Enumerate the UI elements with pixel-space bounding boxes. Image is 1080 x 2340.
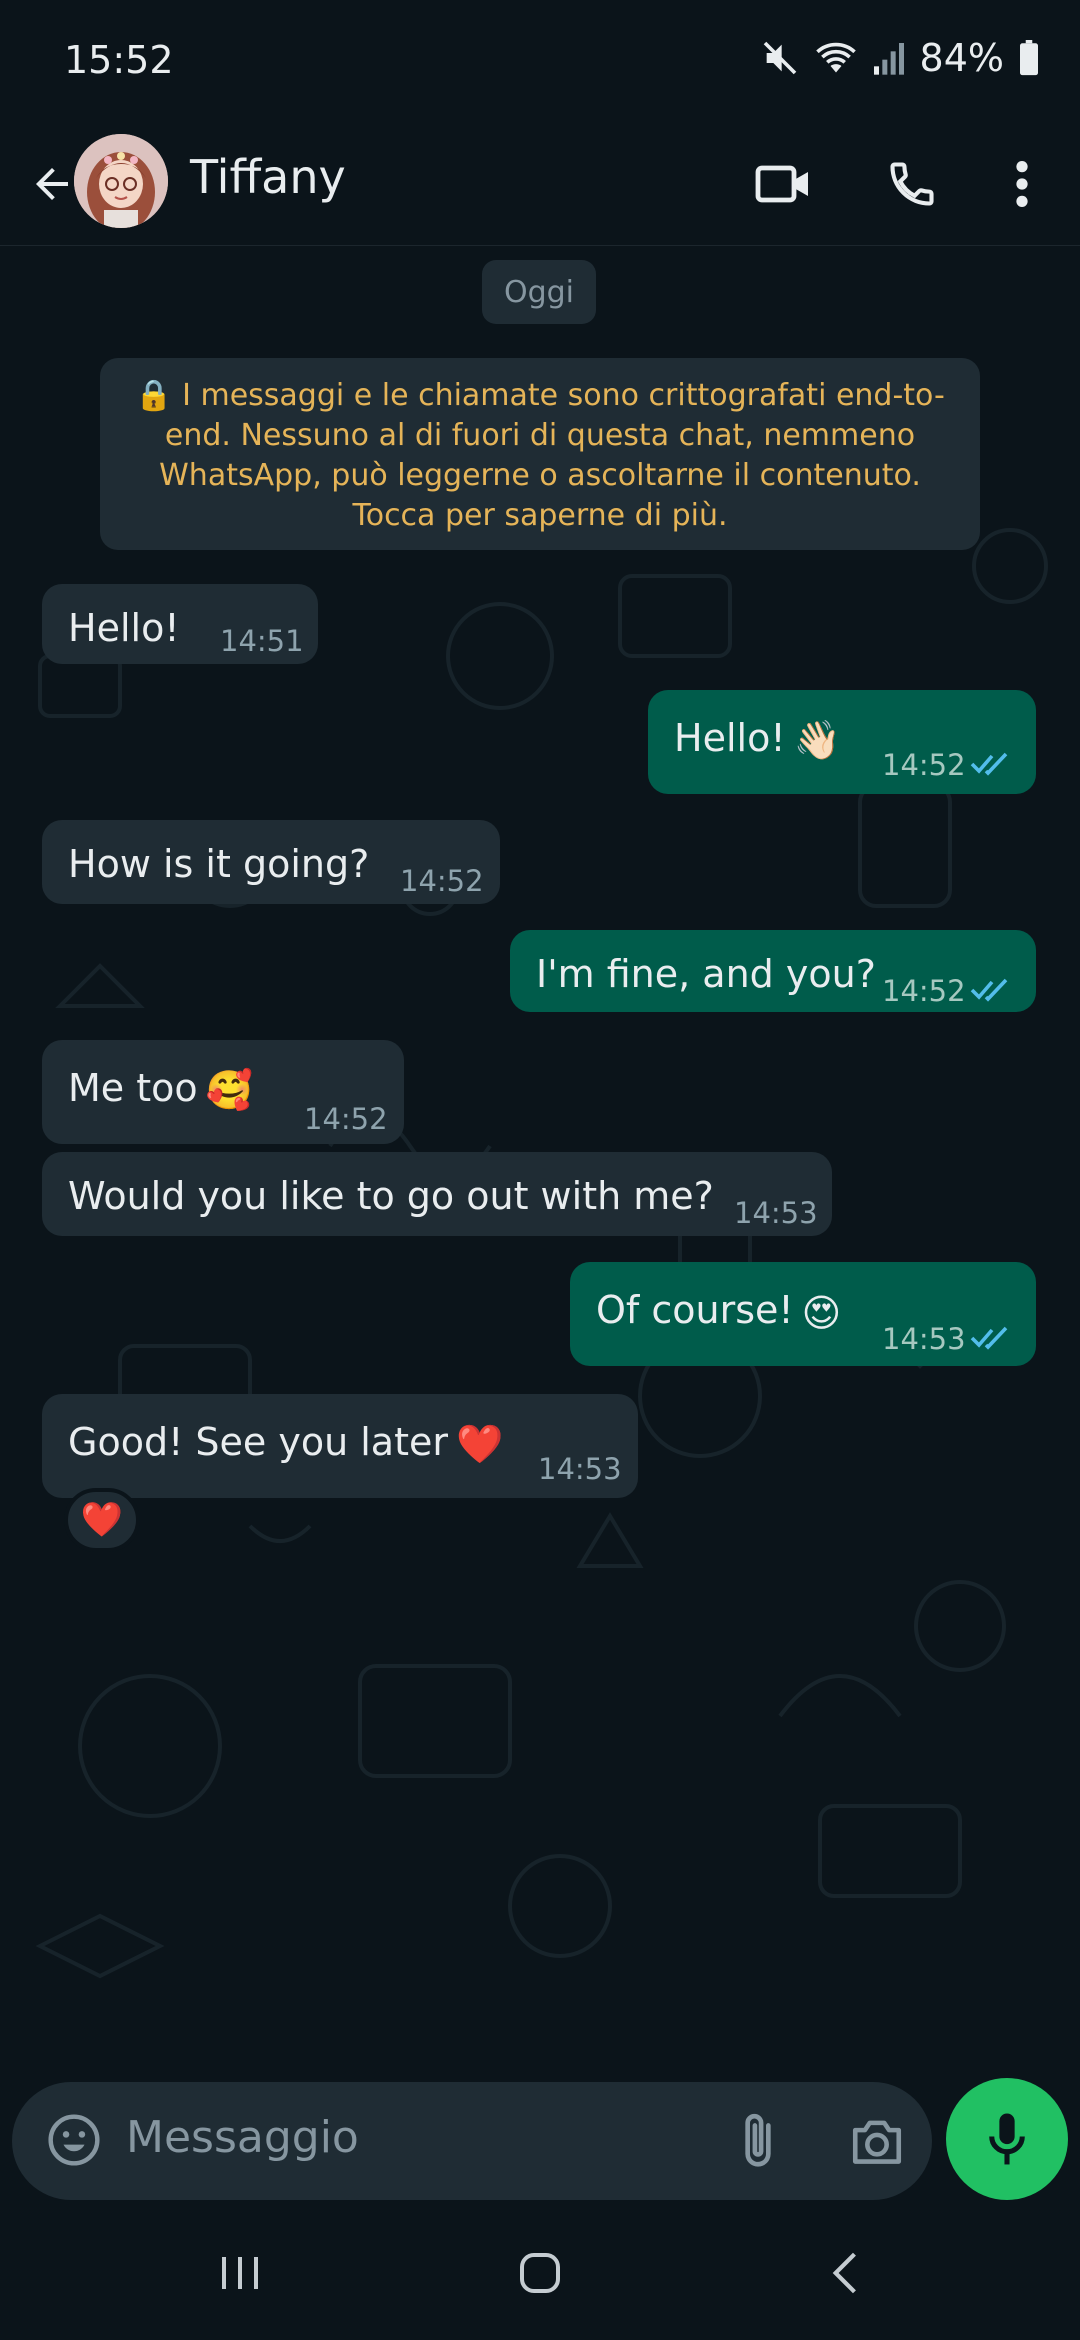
status-time: 15:52 — [64, 38, 174, 82]
contact-name[interactable]: Tiffany — [190, 150, 346, 204]
message-text: How is it going? — [68, 842, 370, 886]
phone-icon — [890, 162, 934, 206]
message-text: Would you like to go out with me? — [68, 1174, 714, 1218]
emoji-button[interactable] — [42, 2108, 106, 2172]
message-incoming[interactable]: Good! See you later ❤️ 14:53 — [42, 1394, 638, 1498]
message-text: Of course! 😍 — [596, 1288, 842, 1335]
mute-icon — [760, 38, 800, 78]
chat-area[interactable]: Oggi 🔒 I messaggi e le chiamate sono cri… — [0, 246, 1080, 2078]
camera-button[interactable] — [842, 2106, 912, 2176]
message-time: 14:53 — [882, 1322, 966, 1356]
waving-hand-emoji: 👋🏻 — [793, 718, 841, 762]
message-time: 14:52 — [882, 748, 966, 782]
video-call-icon — [755, 165, 808, 203]
signal-icon — [872, 38, 906, 78]
message-incoming[interactable]: Hello! 14:51 — [42, 584, 318, 664]
composer-bar: Messaggio — [0, 2078, 1080, 2208]
read-receipt-icon — [970, 978, 1008, 1002]
heart-eyes-emoji: 😍 — [801, 1290, 842, 1335]
video-call-button[interactable] — [746, 146, 822, 222]
avatar[interactable] — [74, 134, 168, 228]
message-text: Good! See you later ❤️ — [68, 1420, 504, 1466]
home-icon — [520, 2253, 560, 2293]
message-input[interactable]: Messaggio — [126, 2112, 359, 2163]
red-heart-reaction: ❤️ — [80, 1500, 124, 1540]
camera-icon — [852, 2120, 902, 2164]
message-reaction[interactable]: ❤️ — [64, 1488, 140, 1552]
message-outgoing[interactable]: Hello! 👋🏻 14:52 — [648, 690, 1036, 794]
smiling-face-with-hearts-emoji: 🥰 — [205, 1068, 253, 1112]
message-incoming[interactable]: How is it going? 14:52 — [42, 820, 500, 904]
emoji-icon — [48, 2114, 100, 2166]
message-text: Me too 🥰 — [68, 1066, 253, 1112]
read-receipt-icon — [970, 752, 1008, 776]
wifi-icon — [814, 38, 858, 78]
message-outgoing[interactable]: Of course! 😍 14:53 — [570, 1262, 1036, 1366]
back-arrow-icon — [36, 168, 68, 200]
date-chip: Oggi — [482, 260, 596, 324]
message-incoming[interactable]: Would you like to go out with me? 14:53 — [42, 1152, 832, 1236]
message-input-container: Messaggio — [12, 2082, 932, 2200]
red-heart-emoji: ❤️ — [455, 1422, 504, 1466]
system-nav-bar — [0, 2208, 1080, 2340]
back-nav-button[interactable] — [804, 2238, 884, 2308]
battery-icon — [1018, 40, 1040, 76]
recents-icon — [222, 2257, 258, 2289]
attach-icon — [745, 2113, 771, 2167]
status-icons: 84% — [760, 36, 1040, 80]
message-time: 14:51 — [220, 624, 304, 658]
home-button[interactable] — [500, 2238, 580, 2308]
back-icon — [832, 2252, 856, 2294]
message-text: I'm fine, and you? — [536, 952, 876, 996]
mic-icon — [989, 2113, 1025, 2165]
voice-call-button[interactable] — [874, 146, 950, 222]
recents-button[interactable] — [200, 2238, 280, 2308]
more-vert-icon — [1016, 161, 1028, 207]
message-time: 14:52 — [400, 864, 484, 898]
voice-message-button[interactable] — [946, 2078, 1068, 2200]
message-time: 14:53 — [734, 1196, 818, 1230]
message-time: 14:52 — [304, 1102, 388, 1136]
attach-button[interactable] — [726, 2106, 790, 2176]
message-time: 14:52 — [882, 974, 966, 1008]
chat-header: Tiffany — [0, 124, 1080, 246]
message-incoming[interactable]: Me too 🥰 14:52 — [42, 1040, 404, 1144]
message-time: 14:53 — [538, 1452, 622, 1486]
encryption-notice[interactable]: 🔒 I messaggi e le chiamate sono crittogr… — [100, 358, 980, 550]
message-outgoing[interactable]: I'm fine, and you? 14:52 — [510, 930, 1036, 1012]
message-text: Hello! — [68, 606, 180, 650]
read-receipt-icon — [970, 1326, 1008, 1350]
status-bar: 15:52 84% — [0, 0, 1080, 124]
battery-percent: 84% — [919, 36, 1004, 80]
message-text: Hello! 👋🏻 — [674, 716, 841, 762]
more-options-button[interactable] — [984, 146, 1060, 222]
